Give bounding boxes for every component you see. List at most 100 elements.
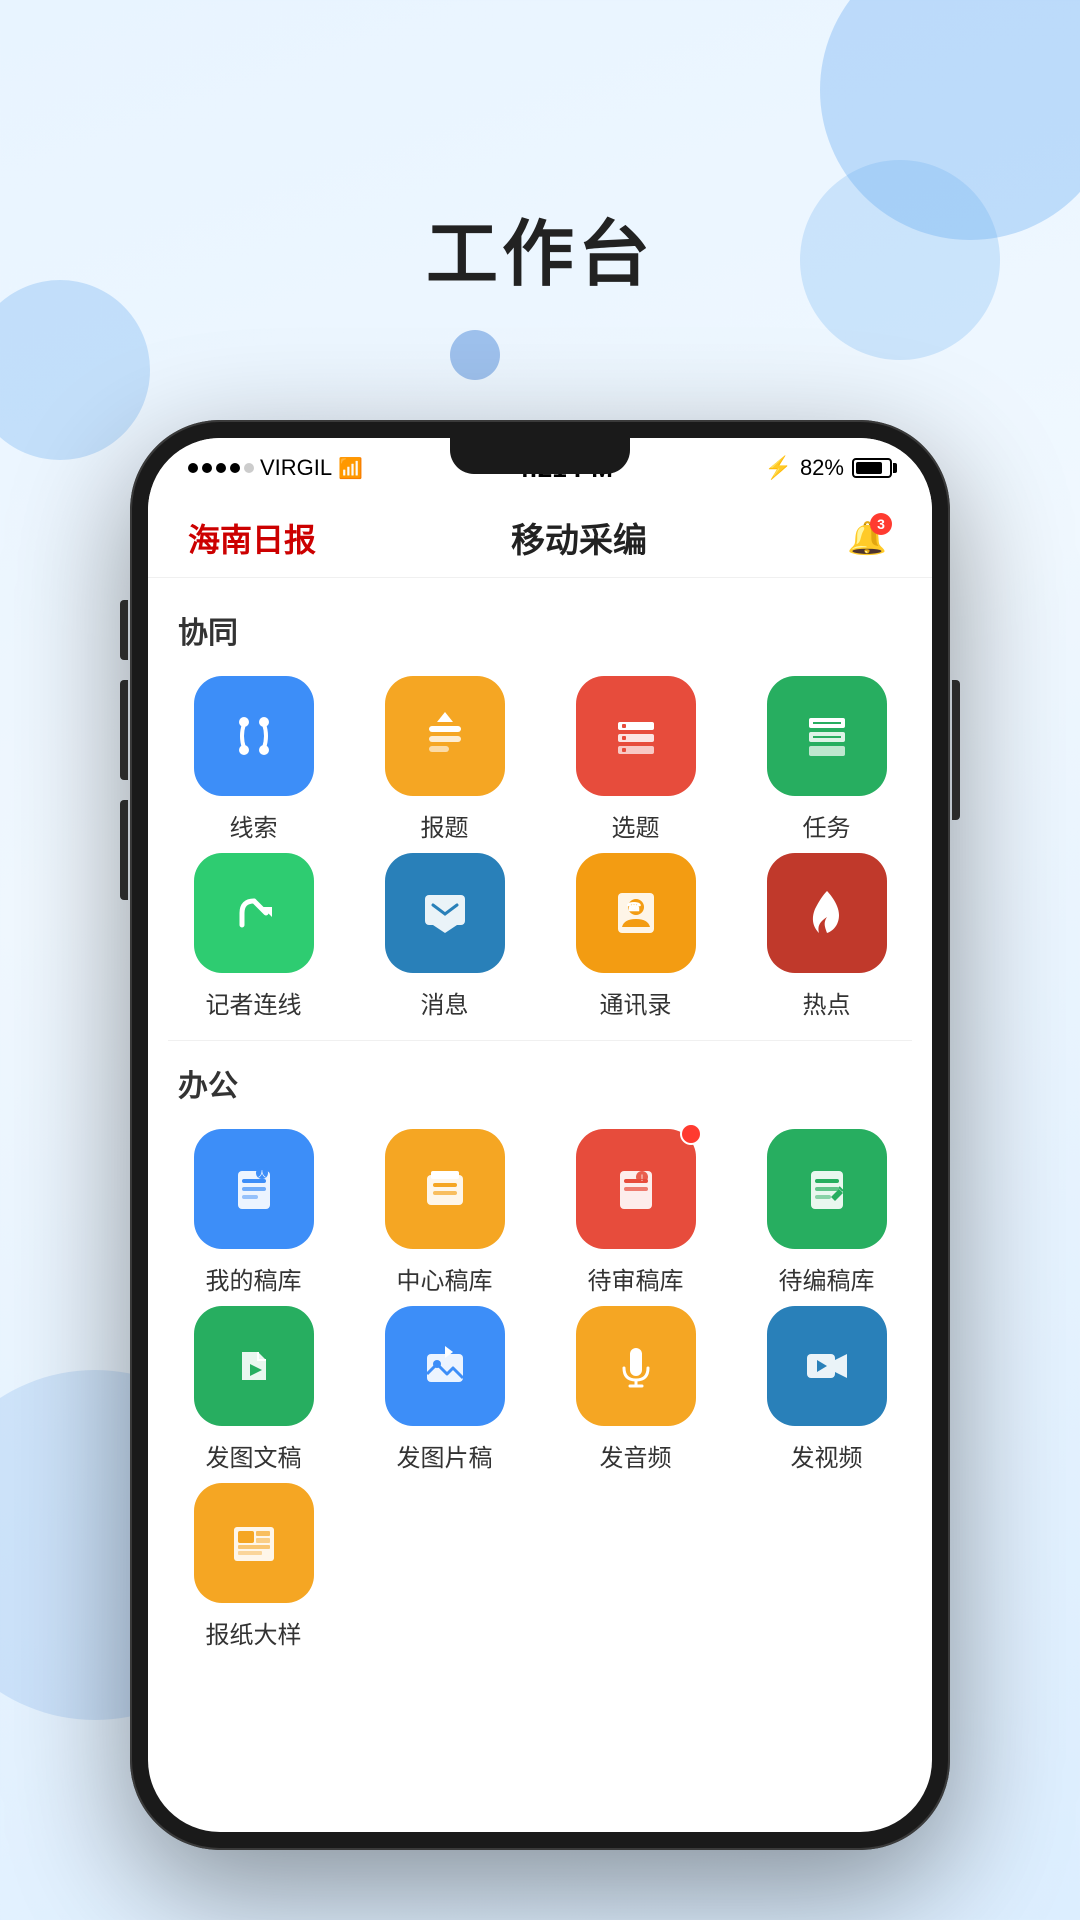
carrier-label: VIRGIL <box>260 455 332 481</box>
icon-item-xuanti[interactable]: 选题 <box>550 676 721 843</box>
svg-text:人: 人 <box>258 1170 266 1179</box>
jizhelianxian-icon <box>222 881 286 945</box>
icon-label-redian: 热点 <box>803 985 851 1020</box>
baoti-icon <box>413 704 477 768</box>
icon-item-redian[interactable]: 热点 <box>741 853 912 1020</box>
bg-decoration-dot <box>450 330 500 380</box>
vol-button-2 <box>120 680 128 780</box>
icon-box-fatuwengao <box>194 1306 314 1426</box>
daishenggaoku-icon: ! <box>604 1157 668 1221</box>
wifi-icon: 📶 <box>338 456 363 481</box>
icon-box-fatupian <box>385 1306 505 1426</box>
icon-label-baoti: 报题 <box>421 808 469 843</box>
icon-box-jizhelianxian <box>194 853 314 973</box>
battery-icon <box>852 458 892 478</box>
page-title: 工作台 <box>0 195 1080 300</box>
xiansuo-icon <box>222 704 286 768</box>
icon-box-daishenggaoku: ! <box>576 1129 696 1249</box>
section-bangong-title: 办公 <box>168 1061 912 1105</box>
icon-item-xiaoxi[interactable]: 消息 <box>359 853 530 1020</box>
icon-item-fayinpin[interactable]: 发音频 <box>550 1306 721 1473</box>
icon-box-redian <box>767 853 887 973</box>
signal-dot-5 <box>244 463 254 473</box>
phone-frame: VIRGIL 📶 4:21 PM ⚡ 82% 海南日报 移动采编 🔔 3 <box>130 420 950 1850</box>
signal-dot-1 <box>188 463 198 473</box>
icon-box-xuanti <box>576 676 696 796</box>
bg-decoration-3 <box>0 280 150 460</box>
vol-button-1 <box>120 600 128 660</box>
icon-label-zhongxingaoku: 中心稿库 <box>397 1261 493 1296</box>
icon-label-wodegaoku: 我的稿库 <box>206 1261 302 1296</box>
tongxunlu-icon: ☎ <box>604 881 668 945</box>
icon-label-daibianji: 待编稿库 <box>779 1261 875 1296</box>
icon-label-daishenggaoku: 待审稿库 <box>588 1261 684 1296</box>
icon-item-fatuwengao[interactable]: 发图文稿 <box>168 1306 339 1473</box>
status-right: ⚡ 82% <box>765 455 892 481</box>
icon-box-xiaoxi <box>385 853 505 973</box>
section-xietong-title: 协同 <box>168 608 912 652</box>
phone-notch <box>450 438 630 474</box>
icon-item-wodegaoku[interactable]: 人 我的稿库 <box>168 1129 339 1296</box>
app-header: 海南日报 移动采编 🔔 3 <box>148 498 932 578</box>
svg-text:☎: ☎ <box>626 900 641 914</box>
icon-item-baozhedayang[interactable]: 报纸大样 <box>168 1483 339 1650</box>
icon-label-tongxunlu: 通讯录 <box>600 985 672 1020</box>
daibianji-icon <box>795 1157 859 1221</box>
fatupian-icon <box>413 1334 477 1398</box>
icon-box-baozhedayang <box>194 1483 314 1603</box>
icon-item-renwu[interactable]: 任务 <box>741 676 912 843</box>
icon-box-renwu <box>767 676 887 796</box>
fatuwengao-icon <box>222 1334 286 1398</box>
signal-dot-3 <box>216 463 226 473</box>
icon-label-fashipin: 发视频 <box>791 1438 863 1473</box>
icon-box-xiansuo <box>194 676 314 796</box>
icon-item-fatupian[interactable]: 发图片稿 <box>359 1306 530 1473</box>
icon-box-baoti <box>385 676 505 796</box>
signal-dot-4 <box>230 463 240 473</box>
redian-icon <box>795 881 859 945</box>
battery-percent: 82% <box>800 455 844 481</box>
app-content: 协同 线索 <box>148 578 932 1832</box>
bell-badge: 3 <box>870 513 892 535</box>
icon-box-wodegaoku: 人 <box>194 1129 314 1249</box>
phone-screen: VIRGIL 📶 4:21 PM ⚡ 82% 海南日报 移动采编 🔔 3 <box>148 438 932 1832</box>
icon-item-fashipin[interactable]: 发视频 <box>741 1306 912 1473</box>
icon-label-fatupian: 发图片稿 <box>397 1438 493 1473</box>
bangong-grid-row2: 发图文稿 发图片稿 <box>168 1306 912 1473</box>
xiaoxi-icon <box>413 881 477 945</box>
section-divider <box>168 1040 912 1041</box>
icon-item-tongxunlu[interactable]: ☎ 通讯录 <box>550 853 721 1020</box>
icon-box-fashipin <box>767 1306 887 1426</box>
icon-item-daishenggaoku[interactable]: ! 待审稿库 <box>550 1129 721 1296</box>
icon-box-fayinpin <box>576 1306 696 1426</box>
icon-label-xiansuo: 线索 <box>230 808 278 843</box>
icon-label-baozhedayang: 报纸大样 <box>206 1615 302 1650</box>
icon-item-daibianji[interactable]: 待编稿库 <box>741 1129 912 1296</box>
icon-item-jizhelianxian[interactable]: 记者连线 <box>168 853 339 1020</box>
daishenggaoku-badge <box>680 1123 702 1145</box>
bell-button[interactable]: 🔔 3 <box>842 513 892 563</box>
signal-dots <box>188 463 254 473</box>
icon-label-xuanti: 选题 <box>612 808 660 843</box>
icon-item-zhongxingaoku[interactable]: 中心稿库 <box>359 1129 530 1296</box>
icon-label-xiaoxi: 消息 <box>421 985 469 1020</box>
icon-label-fatuwengao: 发图文稿 <box>206 1438 302 1473</box>
icon-label-renwu: 任务 <box>803 808 851 843</box>
icon-box-tongxunlu: ☎ <box>576 853 696 973</box>
app-logo: 海南日报 <box>188 515 316 561</box>
battery-fill <box>856 462 882 474</box>
app-title: 移动采编 <box>511 513 647 562</box>
svg-text:!: ! <box>640 1173 643 1183</box>
icon-item-xiansuo[interactable]: 线索 <box>168 676 339 843</box>
signal-dot-2 <box>202 463 212 473</box>
vol-button-3 <box>120 800 128 900</box>
fashipin-icon <box>795 1334 859 1398</box>
fayinpin-icon <box>604 1334 668 1398</box>
xuanti-icon <box>604 704 668 768</box>
icon-box-zhongxingaoku <box>385 1129 505 1249</box>
bangong-grid-row1: 人 我的稿库 中心稿库 <box>168 1129 912 1296</box>
bluetooth-icon: ⚡ <box>765 455 792 481</box>
baozhedayang-icon <box>222 1511 286 1575</box>
icon-item-baoti[interactable]: 报题 <box>359 676 530 843</box>
wodegaoku-icon: 人 <box>222 1157 286 1221</box>
